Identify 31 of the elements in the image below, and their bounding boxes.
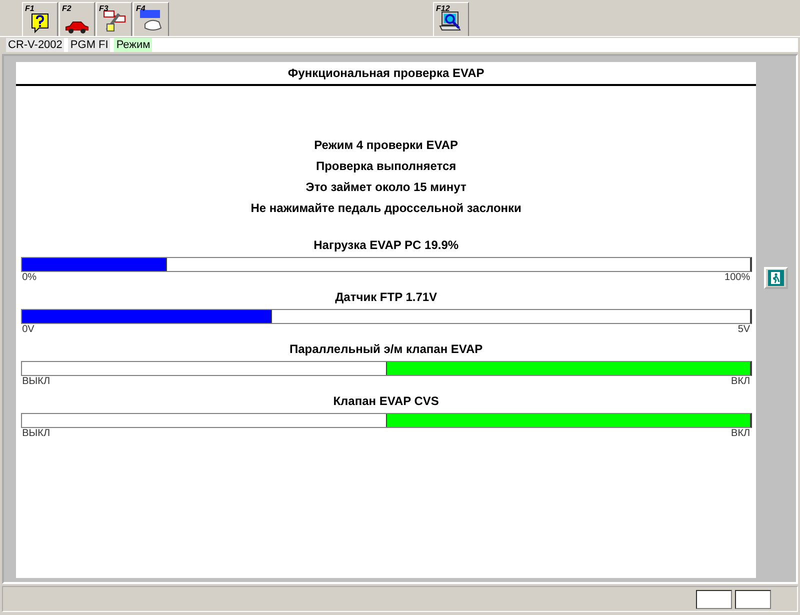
scale-min-label: 0% (22, 272, 37, 285)
function-key-button[interactable]: F12 (433, 2, 469, 36)
function-key-button[interactable]: F3 (96, 2, 132, 36)
context-label: Режим (114, 38, 152, 52)
context-label: CR-V-2002 (6, 38, 64, 52)
status-message: Это займет около 15 минут (306, 180, 466, 195)
exit-button[interactable] (764, 267, 788, 289)
status-message: Режим 4 проверки EVAP (314, 138, 458, 153)
gauge-label: Датчик FTP 1.71V (335, 290, 438, 306)
gauge-label: Нагрузка EVAP PC 19.9% (314, 238, 459, 254)
status-field (735, 590, 771, 608)
context-label: PGM FI (68, 38, 110, 52)
scale-min-label: ВЫКЛ (22, 428, 50, 441)
gauge-label: Клапан EVAP CVS (333, 394, 439, 410)
scale-max-label: 100% (724, 272, 750, 285)
scale-max-label: ВКЛ (731, 428, 750, 441)
status-field (696, 590, 732, 608)
help-icon (30, 12, 50, 34)
status-message: Проверка выполняется (316, 159, 456, 174)
panel-title: Функциональная проверка EVAP (16, 66, 756, 86)
scale-min-label: 0V (22, 324, 34, 337)
status-message: Не нажимайте педаль дроссельной заслонки (250, 201, 522, 216)
gauge-label: Параллельный э/м клапан EVAP (290, 342, 483, 358)
exit-icon (768, 270, 784, 286)
scale-max-label: 5V (738, 324, 750, 337)
scale-min-label: ВЫКЛ (22, 376, 50, 389)
function-key-button[interactable]: F1 (22, 2, 58, 36)
function-key-button[interactable]: F2 (59, 2, 95, 36)
function-key-button[interactable]: F4 (133, 2, 169, 36)
car-icon (65, 20, 89, 34)
scale-max-label: ВКЛ (731, 376, 750, 389)
